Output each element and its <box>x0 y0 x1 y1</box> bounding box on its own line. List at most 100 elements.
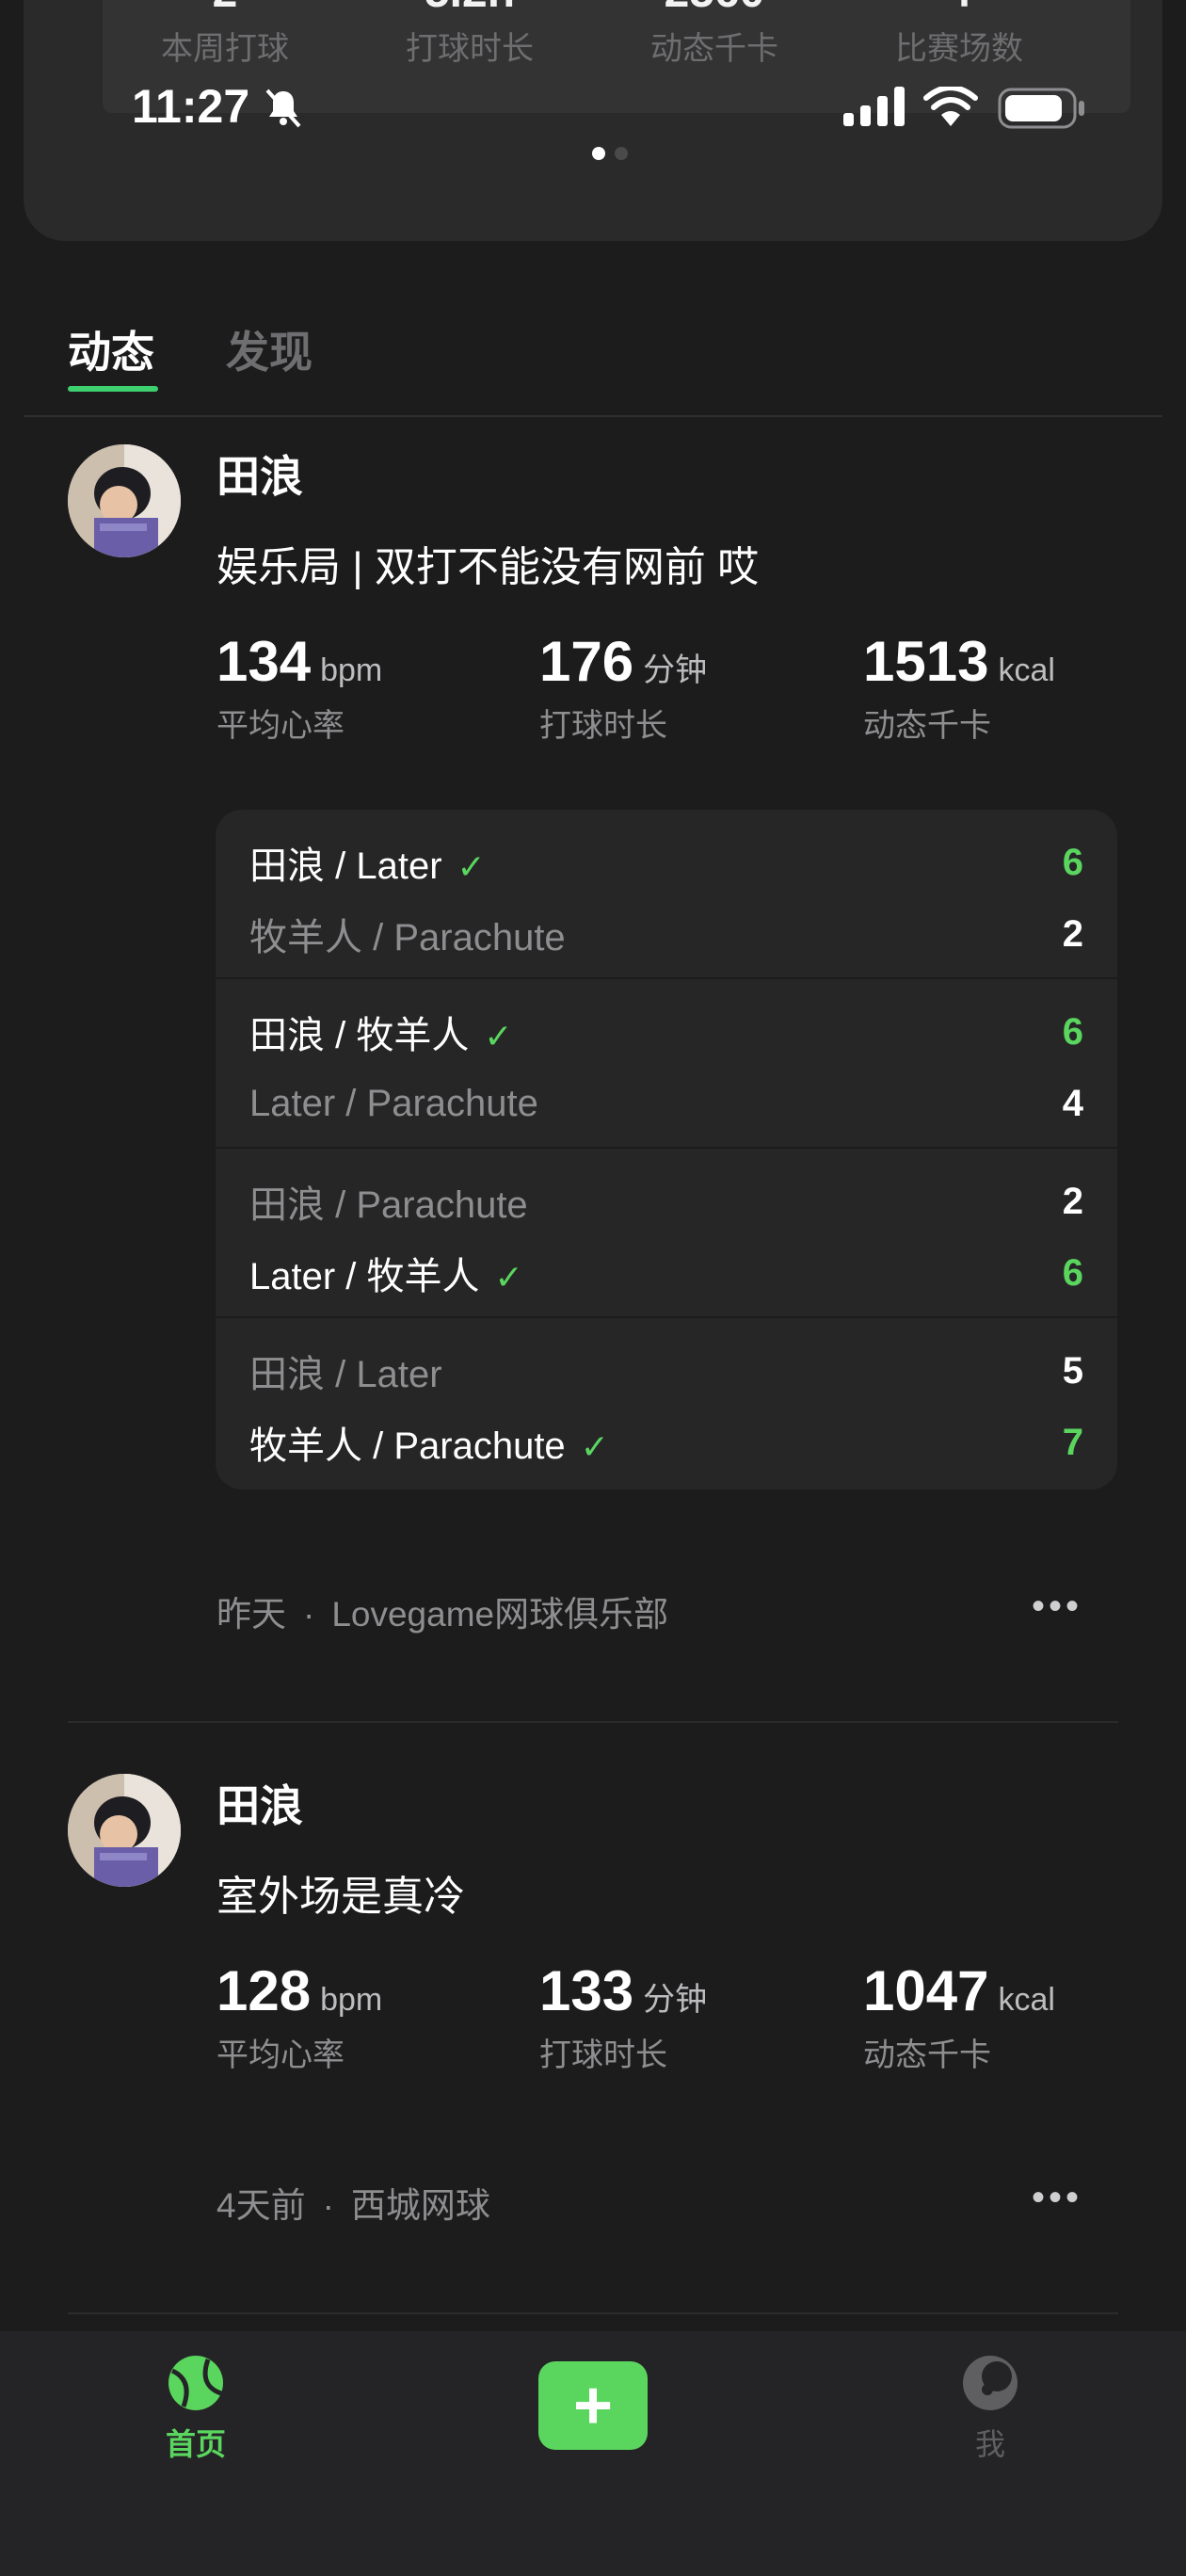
team-line: 田浪 / Later 5 <box>249 1343 1083 1399</box>
post-meta: 昨天 · Lovegame网球俱乐部 <box>216 1586 668 1636</box>
team-score: 2 <box>1062 912 1083 955</box>
divider <box>24 415 1162 417</box>
wifi-icon <box>922 85 979 133</box>
summary-stat-label: 打球时长 <box>406 31 534 67</box>
meta-separator: · <box>303 1595 315 1634</box>
page-indicator[interactable] <box>592 147 637 165</box>
summary-stat-value: 2 <box>103 0 347 23</box>
bell-muted-icon <box>262 87 305 135</box>
stat-unit: kcal <box>998 652 1055 688</box>
match-score-card[interactable]: 田浪 / Later ✓ 6 牧羊人 / Parachute 2 田浪 / 牧羊人… <box>216 810 1117 1489</box>
check-icon: ✓ <box>457 847 486 886</box>
avatar[interactable] <box>68 1774 181 1887</box>
stat-unit: 分钟 <box>643 652 708 688</box>
set-result: 田浪 / 牧羊人 ✓ 6 Later / Parachute 4 <box>216 979 1117 1149</box>
team-name: 田浪 / 牧羊人 ✓ <box>249 1015 513 1056</box>
post-location[interactable]: Lovegame网球俱乐部 <box>331 1595 668 1634</box>
set-result: 田浪 / Later ✓ 6 牧羊人 / Parachute 2 <box>216 810 1117 979</box>
team-line: 田浪 / 牧羊人 ✓ 6 <box>249 1004 1083 1060</box>
check-icon: ✓ <box>580 1427 609 1466</box>
team-line: Later / Parachute 4 <box>249 1075 1083 1132</box>
summary-stat: 5.2h 打球时长 <box>347 0 592 75</box>
stat-value: 176 <box>539 630 634 693</box>
stat-label: 打球时长 <box>539 708 667 744</box>
summary-stat: 4 比赛场数 <box>837 0 1082 75</box>
stat-label: 动态千卡 <box>863 708 991 744</box>
team-score: 7 <box>1062 1421 1083 1463</box>
team-line: 田浪 / Parachute 2 <box>249 1173 1083 1230</box>
stat-value: 128 <box>216 1959 312 2022</box>
set-result: 田浪 / Later 5 牧羊人 / Parachute ✓ 7 <box>216 1318 1117 1486</box>
tab-feed[interactable]: 动态 <box>68 318 154 380</box>
team-line: Later / 牧羊人 ✓ 6 <box>249 1245 1083 1301</box>
status-time: 11:27 <box>132 80 250 133</box>
page-dot-active <box>592 147 605 160</box>
stat-heart-rate: 128 bpm 平均心率 <box>216 1958 382 2075</box>
team-line: 牧羊人 / Parachute 2 <box>249 906 1083 962</box>
check-icon: ✓ <box>484 1017 513 1055</box>
more-options-icon[interactable]: ••• <box>1032 2177 1082 2219</box>
stat-duration: 176 分钟 打球时长 <box>539 629 707 746</box>
summary-stat-label: 比赛场数 <box>895 31 1023 67</box>
tab-discover[interactable]: 发现 <box>226 318 313 380</box>
profile-icon <box>963 2356 1018 2410</box>
post-time: 昨天 <box>216 1595 286 1634</box>
post-time: 4天前 <box>216 2186 306 2225</box>
team-name: 田浪 / Later ✓ <box>249 845 486 887</box>
nav-me[interactable]: 我 <box>956 2354 1024 2464</box>
summary-stat: 2 本周打球 <box>103 0 347 75</box>
cellular-signal-icon <box>843 87 909 131</box>
stat-unit: bpm <box>320 1982 383 2018</box>
summary-stat-value: 4 <box>837 0 1082 23</box>
team-name: 牧羊人 / Parachute <box>249 917 566 958</box>
team-score: 6 <box>1062 1251 1083 1294</box>
team-name: 田浪 / Parachute <box>249 1184 528 1226</box>
stat-value: 1513 <box>863 630 989 693</box>
team-name: 田浪 / Later <box>249 1354 442 1395</box>
stat-unit: bpm <box>320 652 383 688</box>
post-author[interactable]: 田浪 <box>216 1772 303 1834</box>
post-author[interactable]: 田浪 <box>216 443 303 505</box>
stat-label: 平均心率 <box>216 708 345 744</box>
post-location[interactable]: 西城网球 <box>351 2186 490 2225</box>
more-options-icon[interactable]: ••• <box>1032 1586 1082 1628</box>
avatar[interactable] <box>68 444 181 557</box>
bottom-navigation: 首页 + 我 <box>0 2331 1186 2576</box>
stat-label: 平均心率 <box>216 2037 345 2073</box>
divider <box>68 2312 1118 2314</box>
summary-stat-label: 动态千卡 <box>650 31 778 67</box>
stat-calories: 1513 kcal 动态千卡 <box>863 629 1055 746</box>
summary-stat: 2560 动态千卡 <box>592 0 837 75</box>
team-score: 2 <box>1062 1180 1083 1222</box>
nav-home-label: 首页 <box>165 2427 226 2461</box>
summary-stat-value: 2560 <box>592 0 837 23</box>
battery-icon <box>998 88 1088 134</box>
stat-value: 133 <box>539 1959 634 2022</box>
nav-home[interactable]: 首页 <box>162 2354 230 2464</box>
check-icon: ✓ <box>494 1258 523 1296</box>
team-name: Later / 牧羊人 ✓ <box>249 1256 523 1297</box>
post-title: 娱乐局 | 双打不能没有网前 哎 <box>216 544 760 590</box>
stat-value: 134 <box>216 630 312 693</box>
team-line: 牧羊人 / Parachute ✓ 7 <box>249 1414 1083 1471</box>
team-name: 牧羊人 / Parachute ✓ <box>249 1425 609 1467</box>
post-title: 室外场是真冷 <box>216 1874 465 1920</box>
tennis-ball-icon <box>168 2356 223 2410</box>
team-score: 4 <box>1062 1082 1083 1124</box>
summary-stat-label: 本周打球 <box>161 31 289 67</box>
team-score: 5 <box>1062 1349 1083 1392</box>
team-score: 6 <box>1062 1010 1083 1053</box>
team-score: 6 <box>1062 841 1083 883</box>
stat-unit: kcal <box>998 1982 1055 2018</box>
post-meta: 4天前 · 西城网球 <box>216 2177 490 2228</box>
stat-value: 1047 <box>863 1959 989 2022</box>
stat-label: 打球时长 <box>539 2037 667 2073</box>
team-name: Later / Parachute <box>249 1082 538 1124</box>
stat-heart-rate: 134 bpm 平均心率 <box>216 629 382 746</box>
stat-duration: 133 分钟 打球时长 <box>539 1958 707 2075</box>
add-post-button[interactable]: + <box>538 2361 648 2450</box>
meta-separator: · <box>322 2186 334 2225</box>
set-result: 田浪 / Parachute 2 Later / 牧羊人 ✓ 6 <box>216 1149 1117 1318</box>
stat-label: 动态千卡 <box>863 2037 991 2073</box>
team-line: 田浪 / Later ✓ 6 <box>249 834 1083 891</box>
